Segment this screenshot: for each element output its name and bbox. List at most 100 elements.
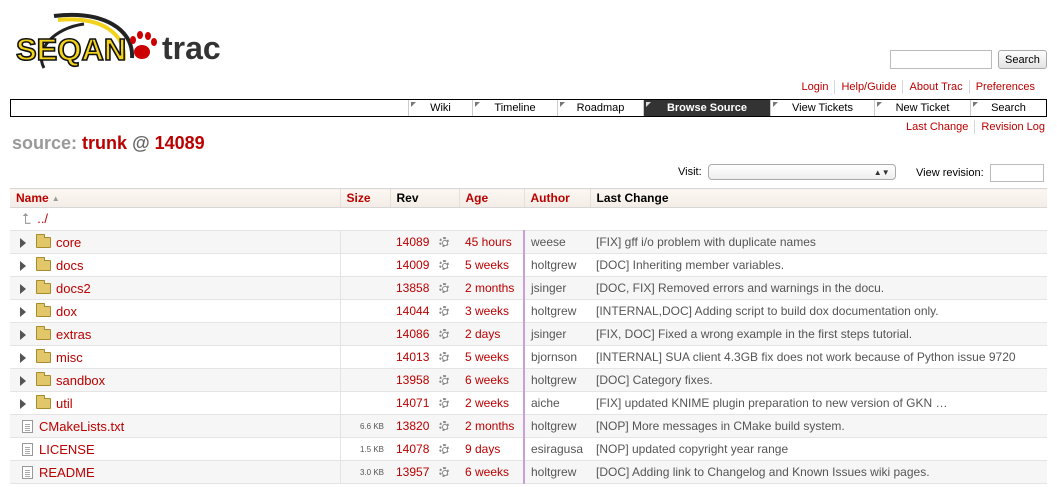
revision-log-link[interactable]: Revision Log (974, 120, 1051, 134)
about-trac-link[interactable]: About Trac (902, 80, 968, 94)
age-link[interactable]: 2 weeks (465, 396, 509, 410)
rev-link[interactable]: 14013 (396, 350, 429, 364)
search-input[interactable] (890, 50, 992, 69)
rev-link[interactable]: 14044 (396, 304, 429, 318)
search-button[interactable]: Search (998, 50, 1047, 69)
file-icon (22, 465, 33, 479)
entry-name-link[interactable]: docs (56, 258, 83, 273)
age-link[interactable]: 2 months (465, 281, 514, 295)
rev-link[interactable]: 14009 (396, 258, 429, 272)
changeset-gear-icon[interactable] (439, 283, 450, 293)
preferences-link[interactable]: Preferences (968, 80, 1041, 94)
column-rev[interactable]: Rev (389, 188, 459, 208)
visit-label: Visit: (678, 166, 702, 178)
entry-name-link[interactable]: misc (56, 350, 83, 365)
age-link[interactable]: 6 weeks (465, 465, 509, 479)
tab-browse-source[interactable]: Browse Source (643, 100, 770, 116)
age-link[interactable]: 5 weeks (465, 350, 509, 364)
column-author-label[interactable]: Author (531, 191, 570, 205)
rev-link[interactable]: 13858 (396, 281, 429, 295)
expand-triangle-icon[interactable] (20, 352, 26, 363)
tab-timeline[interactable]: Timeline (472, 100, 557, 116)
changeset-gear-icon[interactable] (439, 398, 450, 408)
table-row[interactable]: sandbox 13958 6 weeks holtgrew [DOC] Categor… (10, 368, 1047, 392)
help-guide-link[interactable]: Help/Guide (834, 80, 902, 94)
age-link[interactable]: 3 weeks (465, 304, 509, 318)
rev-link[interactable]: 14086 (396, 327, 429, 341)
name-cell: README (10, 460, 340, 484)
table-row[interactable]: dox 14044 3 weeks holtgrew [INTERNAL,DOC] Ad… (10, 299, 1047, 323)
changeset-gear-icon[interactable] (439, 375, 450, 385)
table-row[interactable]: misc 14013 5 weeks bjornson [INTERNAL] SUA c… (10, 345, 1047, 369)
changeset-gear-icon[interactable] (439, 329, 450, 339)
column-size-label[interactable]: Size (347, 191, 371, 205)
age-link[interactable]: 6 weeks (465, 373, 509, 387)
changeset-gear-icon[interactable] (439, 444, 450, 454)
title-path-link[interactable]: trunk (82, 133, 127, 153)
entry-name-link[interactable]: LICENSE (39, 442, 95, 457)
entry-name-link[interactable]: CMakeLists.txt (39, 419, 124, 434)
parent-link[interactable]: ../ (37, 211, 48, 226)
changeset-gear-icon[interactable] (439, 237, 450, 247)
column-name-label[interactable]: Name (16, 191, 49, 205)
table-row[interactable]: extras 14086 2 days jsinger [FIX, DOC] Fixed… (10, 322, 1047, 346)
changeset-gear-icon[interactable] (439, 467, 450, 477)
title-rev-link[interactable]: 14089 (155, 133, 205, 153)
changeset-gear-icon[interactable] (439, 306, 450, 316)
column-age[interactable]: Age (458, 188, 524, 208)
tab-search[interactable]: Search (970, 100, 1046, 116)
age-link[interactable]: 45 hours (465, 235, 512, 249)
folder-icon (36, 279, 51, 294)
table-row[interactable]: CMakeLists.txt 6.6 KB 13820 2 months holtgre… (10, 414, 1047, 438)
last-change-link[interactable]: Last Change (900, 120, 974, 134)
rev-link[interactable]: 13957 (396, 465, 429, 479)
tab-view-tickets[interactable]: View Tickets (770, 100, 874, 116)
changeset-gear-icon[interactable] (439, 352, 450, 362)
age-link[interactable]: 2 days (465, 327, 500, 341)
expand-triangle-icon[interactable] (20, 398, 26, 409)
expand-triangle-icon[interactable] (20, 329, 26, 340)
visit-select[interactable]: ▲▼ (707, 164, 896, 180)
column-name[interactable]: Name ▲ (10, 188, 340, 208)
entry-name-link[interactable]: util (56, 396, 73, 411)
seqan-trac-logo[interactable]: SEQAN trac (14, 10, 229, 82)
table-row[interactable]: docs2 13858 2 months jsinger [DOC, FIX] Remo… (10, 276, 1047, 300)
age-link[interactable]: 2 months (465, 419, 514, 433)
entry-name-link[interactable]: README (39, 465, 95, 480)
tab-wiki[interactable]: Wiki (408, 100, 472, 116)
table-row[interactable]: docs 14009 5 weeks holtgrew [DOC] Inheriting… (10, 253, 1047, 277)
entry-name-link[interactable]: dox (56, 304, 77, 319)
changeset-gear-icon[interactable] (439, 260, 450, 270)
rev-link[interactable]: 13958 (396, 373, 429, 387)
table-row[interactable]: core 14089 45 hours weese [FIX] gff i/o prob… (10, 230, 1047, 254)
view-revision-input[interactable] (989, 164, 1044, 182)
tab-roadmap[interactable]: Roadmap (557, 100, 643, 116)
rev-link[interactable]: 13820 (396, 419, 429, 433)
tab-new-ticket[interactable]: New Ticket (874, 100, 970, 116)
entry-name-link[interactable]: docs2 (56, 281, 91, 296)
column-author[interactable]: Author (523, 188, 590, 208)
parent-dir-icon: ⮤ (22, 210, 31, 228)
table-row[interactable]: util 14071 2 weeks aiche [FIX] updated KNIME… (10, 391, 1047, 415)
login-link[interactable]: Login (796, 80, 835, 94)
expand-triangle-icon[interactable] (20, 283, 26, 294)
expand-triangle-icon[interactable] (20, 260, 26, 271)
expand-triangle-icon[interactable] (20, 375, 26, 386)
column-age-label[interactable]: Age (466, 191, 489, 205)
changeset-gear-icon[interactable] (439, 421, 450, 431)
rev-link[interactable]: 14089 (396, 235, 429, 249)
age-link[interactable]: 9 days (465, 442, 500, 456)
expand-triangle-icon[interactable] (20, 237, 26, 248)
entry-name-link[interactable]: sandbox (56, 373, 105, 388)
table-row[interactable]: README 3.0 KB 13957 6 weeks holtgrew [DOC] Ad… (10, 460, 1047, 484)
entry-name-link[interactable]: core (56, 235, 81, 250)
table-row[interactable]: LICENSE 1.5 KB 14078 9 days esiragusa [NOP] u… (10, 437, 1047, 461)
select-arrows-icon: ▲▼ (873, 168, 890, 177)
expand-triangle-icon[interactable] (20, 306, 26, 317)
column-size[interactable]: Size (339, 188, 390, 208)
rev-link[interactable]: 14071 (396, 396, 429, 410)
rev-link[interactable]: 14078 (396, 442, 429, 456)
rev-cell: 13858 (390, 276, 459, 300)
entry-name-link[interactable]: extras (56, 327, 91, 342)
age-link[interactable]: 5 weeks (465, 258, 509, 272)
